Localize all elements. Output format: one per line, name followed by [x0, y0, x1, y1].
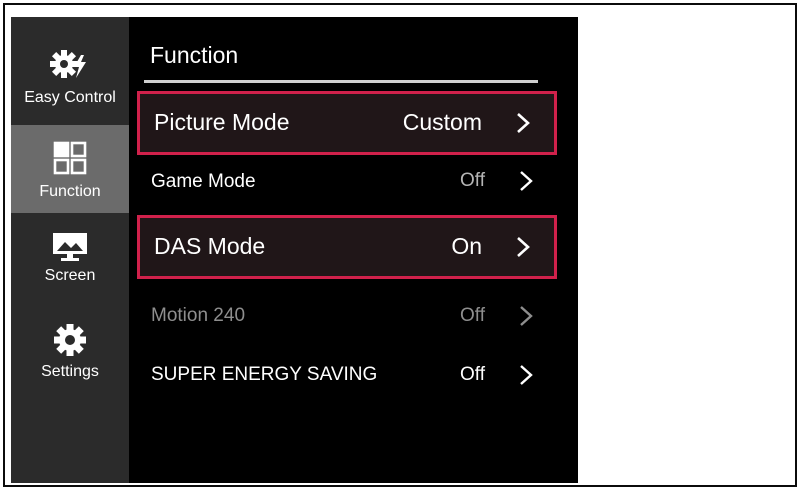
menu-row-game-mode[interactable]: Game Mode Off	[137, 159, 557, 209]
row-value: Off	[460, 170, 485, 191]
row-label: Game Mode	[151, 171, 256, 192]
row-value: Off	[460, 364, 485, 385]
chevron-right-icon	[520, 365, 533, 385]
menu-row-picture-mode[interactable]: Picture Mode Custom	[137, 91, 557, 155]
row-label: Motion 240	[151, 305, 246, 326]
screenshot-frame: Easy Control Function Screen Settings Fu…	[3, 3, 797, 487]
menu-row-motion-240: Motion 240 Off	[137, 297, 557, 347]
row-value: Off	[460, 305, 485, 326]
sidebar-item-easy-control[interactable]: Easy Control	[11, 17, 129, 125]
chevron-right-icon	[517, 237, 530, 257]
menu-row-super-energy-saving[interactable]: SUPER ENERGY SAVING Off	[137, 355, 557, 405]
gear-lightning-icon	[50, 47, 90, 81]
panel-title: Function	[150, 42, 239, 68]
sidebar-item-screen[interactable]: Screen	[11, 213, 129, 303]
gear-icon	[53, 323, 87, 357]
chevron-right-icon	[520, 171, 533, 191]
row-label: SUPER ENERGY SAVING	[151, 364, 378, 385]
osd-menu: Easy Control Function Screen Settings Fu…	[11, 17, 578, 483]
sidebar: Easy Control Function Screen Settings	[11, 17, 129, 483]
menu-row-das-mode[interactable]: DAS Mode On	[137, 215, 557, 279]
chevron-right-icon	[520, 306, 533, 326]
function-grid-icon	[53, 141, 87, 175]
sidebar-item-label: Function	[39, 183, 101, 200]
sidebar-item-label: Easy Control	[24, 89, 116, 106]
title-divider	[144, 80, 538, 83]
row-value: On	[451, 233, 482, 259]
row-label: Picture Mode	[154, 109, 290, 135]
chevron-right-icon	[517, 113, 530, 133]
monitor-icon	[51, 231, 89, 263]
row-value: Custom	[402, 109, 482, 135]
sidebar-item-settings[interactable]: Settings	[11, 303, 129, 399]
sidebar-item-label: Screen	[44, 267, 96, 284]
sidebar-item-function[interactable]: Function	[11, 125, 129, 213]
sidebar-item-label: Settings	[41, 363, 99, 380]
row-label: DAS Mode	[154, 233, 266, 259]
